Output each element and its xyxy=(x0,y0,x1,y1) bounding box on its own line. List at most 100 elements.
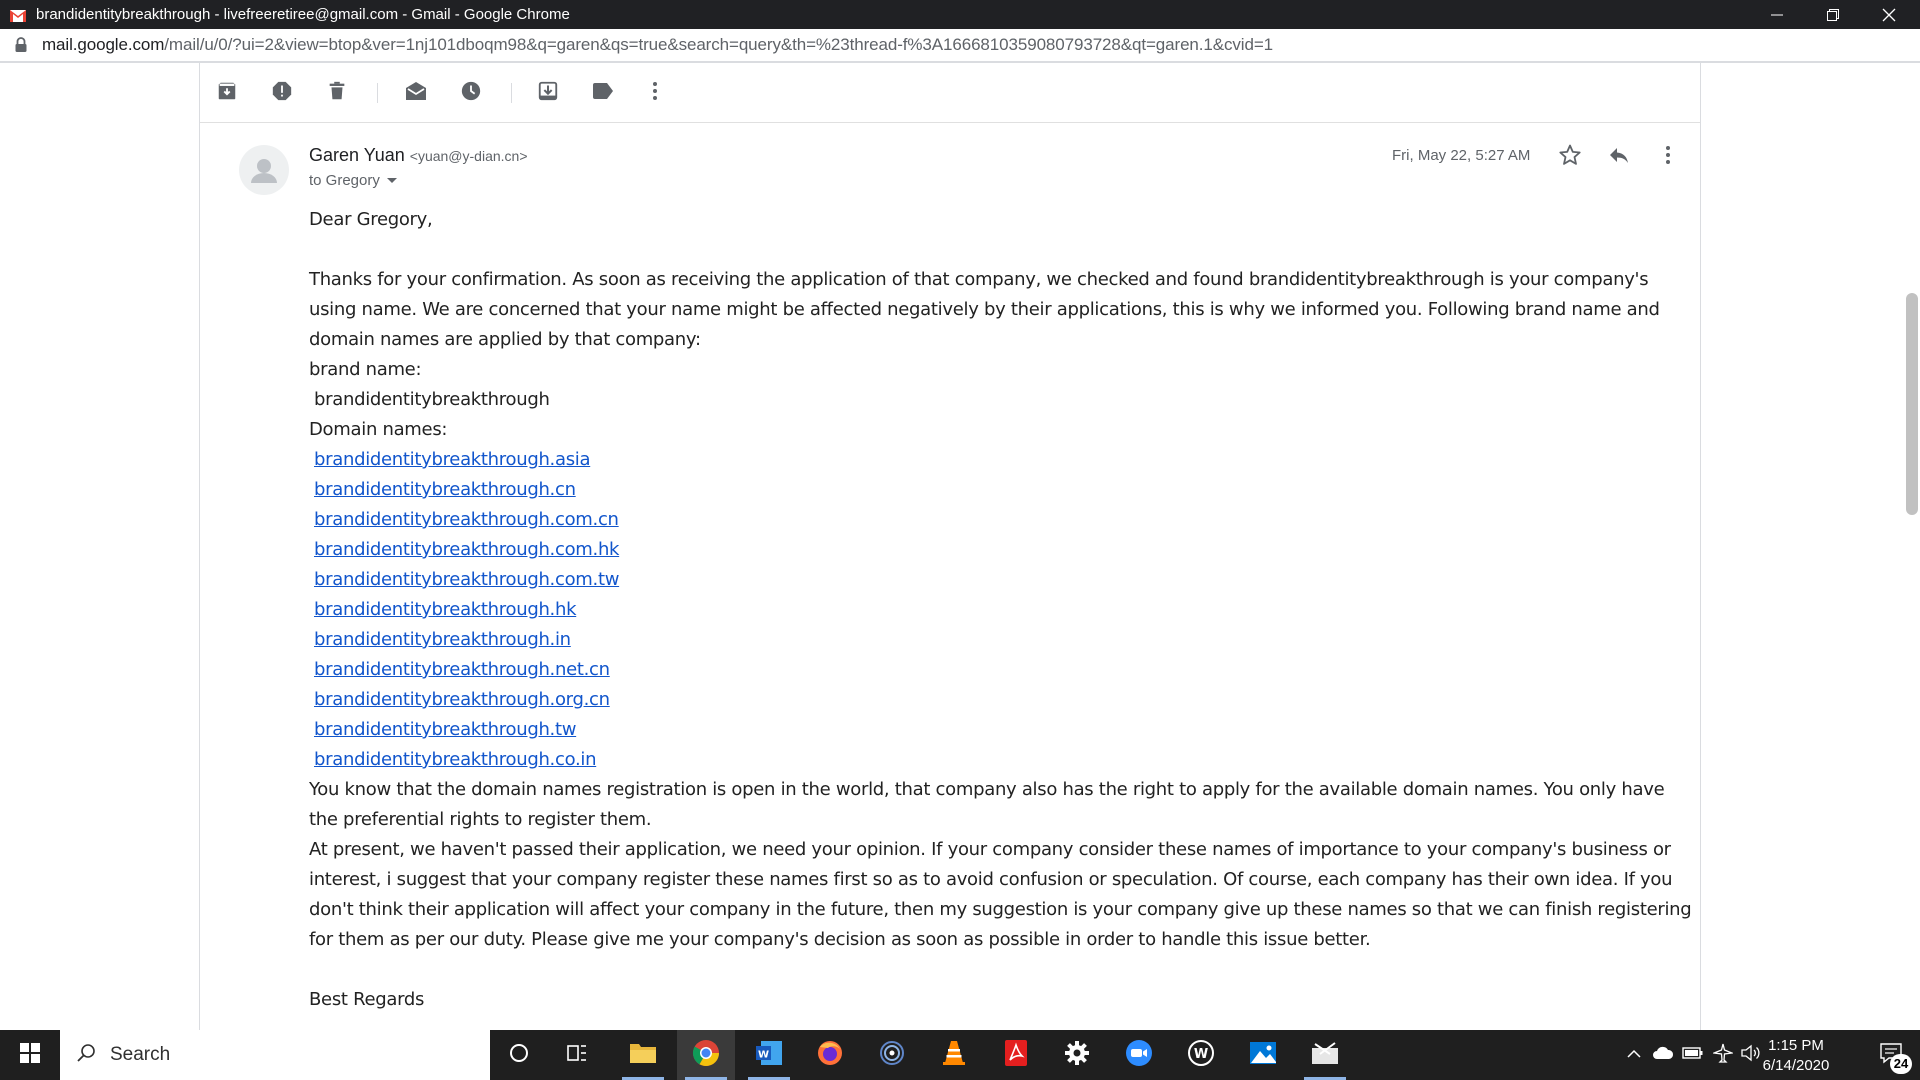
message-pane: Garen Yuan <yuan@y-dian.cn> to Gregory F… xyxy=(199,63,1701,1030)
body-paragraph-1: Thanks for your confirmation. As soon as… xyxy=(309,269,1660,350)
message-more-button[interactable] xyxy=(1652,141,1684,173)
brand-name-label: brand name: xyxy=(309,359,422,380)
more-vert-icon xyxy=(652,80,658,107)
domain-list-item: brandidentitybreakthrough.asia xyxy=(309,445,1694,475)
domain-list-item: brandidentitybreakthrough.com.cn xyxy=(309,505,1694,535)
restore-button[interactable] xyxy=(1810,0,1856,29)
sender[interactable]: Garen Yuan <yuan@y-dian.cn> xyxy=(309,145,528,166)
cortana-button[interactable] xyxy=(490,1030,548,1080)
taskbar-clock[interactable]: 1:15 PM 6/14/2020 xyxy=(1746,1036,1846,1076)
more-options-button[interactable] xyxy=(640,78,670,108)
domain-list-item: brandidentitybreakthrough.hk xyxy=(309,595,1694,625)
labels-button[interactable] xyxy=(588,78,618,108)
report-spam-button[interactable] xyxy=(267,78,297,108)
windows-logo-icon xyxy=(20,1042,40,1068)
domain-list-item: brandidentitybreakthrough.net.cn xyxy=(309,655,1694,685)
lock-icon[interactable] xyxy=(14,37,28,53)
firefox-button[interactable] xyxy=(801,1030,859,1080)
onedrive-button[interactable] xyxy=(1650,1030,1676,1080)
reply-button[interactable] xyxy=(1603,141,1635,173)
window-title: brandidentitybreakthrough - livefreereti… xyxy=(36,6,570,23)
gear-icon xyxy=(1064,1040,1090,1071)
word-button[interactable]: W xyxy=(740,1030,798,1080)
acrobat-icon xyxy=(1003,1039,1029,1072)
file-explorer-button[interactable] xyxy=(614,1030,672,1080)
message-body: Dear Gregory, Thanks for your confirmati… xyxy=(309,205,1694,1015)
zoom-video-icon xyxy=(1125,1039,1153,1072)
chevron-up-icon xyxy=(1627,1046,1641,1064)
settings-button[interactable] xyxy=(1048,1030,1106,1080)
domain-list-item: brandidentitybreakthrough.in xyxy=(309,625,1694,655)
snipping-tool-button[interactable] xyxy=(1296,1030,1354,1080)
gmail-icon xyxy=(10,9,26,22)
delete-button[interactable] xyxy=(322,78,352,108)
domain-link[interactable]: brandidentitybreakthrough.asia xyxy=(314,449,591,470)
domain-link[interactable]: brandidentitybreakthrough.com.tw xyxy=(314,569,619,590)
svg-text:W: W xyxy=(758,1049,769,1060)
greeting: Dear Gregory, xyxy=(309,209,433,230)
battery-button[interactable] xyxy=(1680,1030,1706,1080)
action-center-button[interactable]: 24 xyxy=(1862,1030,1920,1080)
photos-button[interactable] xyxy=(1234,1030,1292,1080)
address-bar[interactable]: mail.google.com/mail/u/0/?ui=2&view=btop… xyxy=(0,29,1920,63)
domain-link[interactable]: brandidentitybreakthrough.tw xyxy=(314,719,576,740)
airplane-mode-button[interactable] xyxy=(1710,1030,1736,1080)
domain-list-item: brandidentitybreakthrough.tw xyxy=(309,715,1694,745)
avatar[interactable] xyxy=(239,145,289,195)
chrome-button[interactable] xyxy=(677,1030,735,1080)
domain-link[interactable]: brandidentitybreakthrough.in xyxy=(314,629,571,650)
sender-name: Garen Yuan xyxy=(309,145,405,165)
mark-unread-button[interactable] xyxy=(401,78,431,108)
report-spam-icon xyxy=(271,80,293,107)
domain-link[interactable]: brandidentitybreakthrough.hk xyxy=(314,599,577,620)
closing: Best Regards xyxy=(309,989,425,1010)
photos-icon xyxy=(1249,1041,1277,1070)
domain-names-label: Domain names: xyxy=(309,419,448,440)
domain-link[interactable]: brandidentitybreakthrough.com.hk xyxy=(314,539,619,560)
domain-link[interactable]: brandidentitybreakthrough.com.cn xyxy=(314,509,619,530)
wps-button[interactable]: W xyxy=(1172,1030,1230,1080)
show-hidden-icons-button[interactable] xyxy=(1622,1030,1646,1080)
acrobat-button[interactable] xyxy=(987,1030,1045,1080)
minimize-button[interactable] xyxy=(1754,0,1800,29)
snooze-button[interactable] xyxy=(456,78,486,108)
domain-link[interactable]: brandidentitybreakthrough.net.cn xyxy=(314,659,610,680)
domain-list-item: brandidentitybreakthrough.com.hk xyxy=(309,535,1694,565)
domain-link[interactable]: brandidentitybreakthrough.cn xyxy=(314,479,576,500)
body-paragraph-2: You know that the domain names registrat… xyxy=(309,779,1665,830)
word-icon: W xyxy=(755,1040,783,1071)
brand-name-value: brandidentitybreakthrough xyxy=(314,389,550,410)
search-placeholder: Search xyxy=(110,1044,171,1065)
message-toolbar xyxy=(200,63,1700,123)
vlc-button[interactable] xyxy=(925,1030,983,1080)
domain-list-item: brandidentitybreakthrough.com.tw xyxy=(309,565,1694,595)
caret-down-icon xyxy=(386,178,397,183)
move-to-button[interactable] xyxy=(533,78,563,108)
recipient-text: to Gregory xyxy=(309,172,380,189)
archive-button[interactable] xyxy=(212,78,242,108)
domain-link[interactable]: brandidentitybreakthrough.co.in xyxy=(314,749,597,770)
domain-list-item: brandidentitybreakthrough.co.in xyxy=(309,745,1694,775)
domain-list-item: brandidentitybreakthrough.org.cn xyxy=(309,685,1694,715)
scrollbar-thumb[interactable] xyxy=(1906,293,1918,515)
page-scrollbar[interactable] xyxy=(1904,63,1920,1030)
url-text[interactable]: mail.google.com/mail/u/0/?ui=2&view=btop… xyxy=(42,35,1273,55)
battery-icon xyxy=(1682,1046,1704,1064)
star-button[interactable] xyxy=(1554,141,1586,173)
close-button[interactable] xyxy=(1866,0,1912,29)
zoom-button[interactable] xyxy=(1110,1030,1168,1080)
svg-text:W: W xyxy=(1194,1047,1208,1062)
message-date: Fri, May 22, 5:27 AM xyxy=(1392,147,1531,164)
recipient-details-toggle[interactable]: to Gregory xyxy=(309,172,397,189)
media-app-button[interactable] xyxy=(863,1030,921,1080)
taskbar: Search W W 1:15 PM 6/14/2020 24 xyxy=(0,1030,1920,1080)
gmail-page: Garen Yuan <yuan@y-dian.cn> to Gregory F… xyxy=(0,63,1920,1030)
task-view-button[interactable] xyxy=(548,1030,606,1080)
vlc-cone-icon xyxy=(941,1039,967,1072)
taskbar-search-box[interactable]: Search xyxy=(60,1030,490,1080)
domain-link[interactable]: brandidentitybreakthrough.org.cn xyxy=(314,689,610,710)
start-button[interactable] xyxy=(0,1030,60,1080)
cortana-icon xyxy=(508,1042,530,1069)
